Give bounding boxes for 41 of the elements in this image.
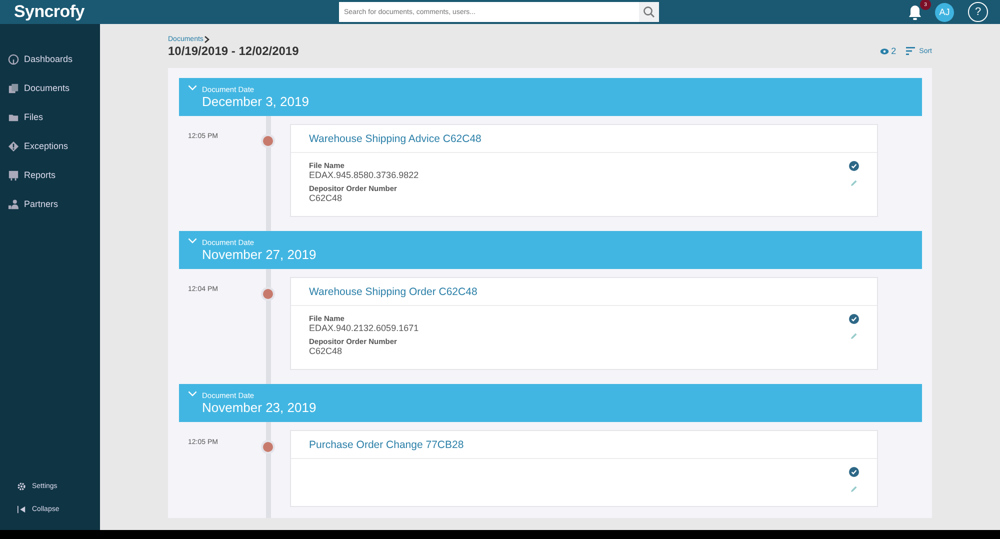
- collapse-icon: [17, 505, 26, 514]
- group-date: November 23, 2019: [202, 400, 316, 416]
- date-range-title: 10/19/2019 - 12/02/2019: [168, 44, 299, 58]
- chart-icon: [8, 170, 19, 180]
- document-title-link[interactable]: Purchase Order Change 77CB28: [291, 431, 877, 459]
- group-date: December 3, 2019: [202, 94, 309, 110]
- search-icon: [643, 6, 655, 18]
- nav-item[interactable]: Exceptions: [0, 137, 100, 155]
- help-button[interactable]: ?: [968, 2, 988, 22]
- eye-icon: [880, 48, 890, 54]
- logo[interactable]: Syncrofy: [14, 2, 339, 22]
- docs-icon: [8, 82, 19, 94]
- pencil-icon[interactable]: [850, 179, 858, 187]
- chevron-icon: [204, 36, 210, 43]
- search-button[interactable]: [639, 2, 659, 22]
- nav-item[interactable]: Dashboards: [0, 50, 100, 68]
- document-title-link[interactable]: Warehouse Shipping Advice C62C48: [291, 125, 877, 153]
- field-value: EDAX.940.2132.6059.1671: [309, 323, 419, 333]
- settings-icon: [17, 482, 26, 491]
- pencil-icon[interactable]: [850, 485, 858, 493]
- people-icon: [8, 198, 19, 210]
- group-date: November 27, 2019: [202, 247, 316, 263]
- timeline-dot: [263, 289, 273, 299]
- check-circle-icon: [849, 314, 859, 324]
- timeline-dot: [263, 442, 273, 452]
- field-value: EDAX.945.8580.3736.9822: [309, 170, 419, 180]
- field-value: C62C48: [309, 346, 344, 356]
- nav-item[interactable]: Documents: [0, 79, 100, 97]
- field-value: C62C48: [309, 193, 344, 203]
- sort-icon: [906, 47, 916, 55]
- document-title-link[interactable]: Warehouse Shipping Order C62C48: [291, 278, 877, 306]
- check-circle-icon: [849, 161, 859, 171]
- check-circle-icon: [849, 467, 859, 477]
- watchers-button[interactable]: 2: [880, 46, 896, 56]
- alert-icon: [8, 140, 19, 152]
- timeline-dot: [263, 136, 273, 146]
- pencil-icon[interactable]: [850, 332, 858, 340]
- nav-item[interactable]: Partners: [0, 195, 100, 213]
- gauge-icon: [8, 54, 19, 64]
- nav-item[interactable]: Files: [0, 108, 100, 126]
- nav-item[interactable]: Reports: [0, 166, 100, 184]
